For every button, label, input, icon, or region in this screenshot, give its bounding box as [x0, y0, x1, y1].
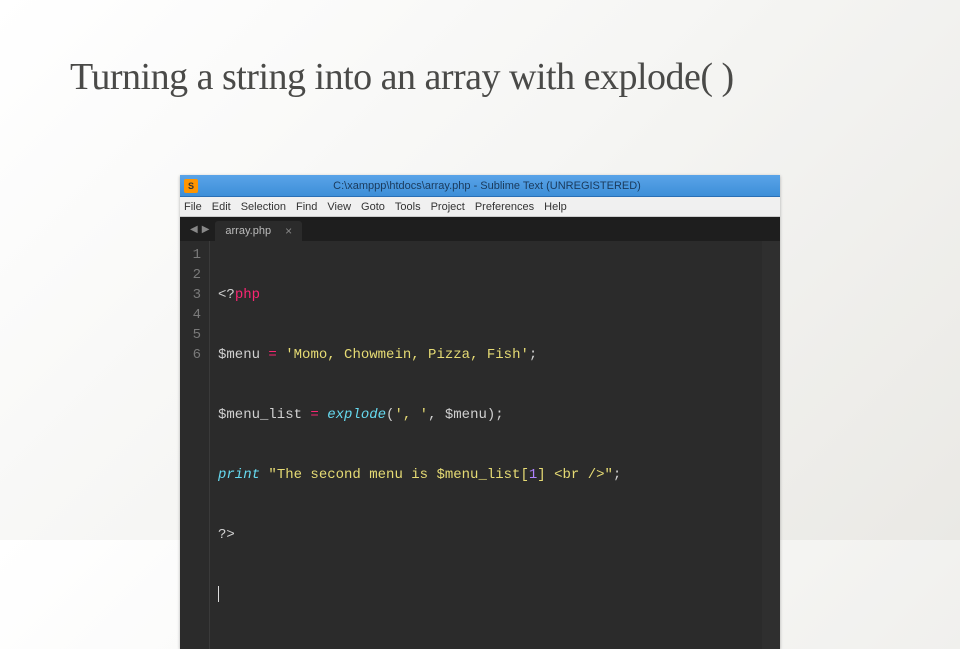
menu-edit[interactable]: Edit: [212, 201, 231, 213]
menubar: File Edit Selection Find View Goto Tools…: [180, 197, 780, 217]
cursor-icon: [218, 586, 219, 602]
menu-file[interactable]: File: [184, 201, 202, 213]
line-number: 4: [180, 305, 201, 325]
slide-title: Turning a string into an array with expl…: [70, 55, 734, 99]
line-number: 1: [180, 245, 201, 265]
line-number: 2: [180, 265, 201, 285]
code-content[interactable]: <?php $menu = 'Momo, Chowmein, Pizza, Fi…: [210, 241, 629, 649]
nav-arrows: ◀ ▶: [184, 217, 215, 241]
menu-selection[interactable]: Selection: [241, 201, 286, 213]
code-line: $menu = 'Momo, Chowmein, Pizza, Fish';: [218, 345, 621, 365]
minimap[interactable]: [762, 241, 780, 649]
line-number: 6: [180, 345, 201, 365]
code-area[interactable]: 1 2 3 4 5 6 <?php $menu = 'Momo, Chowmei…: [180, 241, 780, 649]
tabbar: ◀ ▶ array.php ×: [180, 217, 780, 241]
editor-window: S C:\xamppp\htdocs\array.php - Sublime T…: [180, 175, 780, 649]
menu-goto[interactable]: Goto: [361, 201, 385, 213]
code-line: print "The second menu is $menu_list[1] …: [218, 465, 621, 485]
menu-project[interactable]: Project: [431, 201, 465, 213]
code-line: <?php: [218, 285, 621, 305]
menu-help[interactable]: Help: [544, 201, 567, 213]
titlebar: S C:\xamppp\htdocs\array.php - Sublime T…: [180, 175, 780, 197]
menu-preferences[interactable]: Preferences: [475, 201, 534, 213]
nav-forward-icon[interactable]: ▶: [202, 224, 210, 235]
tab-label: array.php: [225, 225, 271, 237]
code-line: [218, 585, 621, 605]
menu-tools[interactable]: Tools: [395, 201, 421, 213]
nav-back-icon[interactable]: ◀: [190, 224, 198, 235]
close-icon[interactable]: ×: [285, 225, 292, 237]
tab-array-php[interactable]: array.php ×: [215, 221, 302, 241]
code-line: $menu_list = explode(', ', $menu);: [218, 405, 621, 425]
window-title: C:\xamppp\htdocs\array.php - Sublime Tex…: [198, 180, 776, 192]
menu-find[interactable]: Find: [296, 201, 317, 213]
sublime-icon: S: [184, 179, 198, 193]
menu-view[interactable]: View: [327, 201, 351, 213]
line-number: 5: [180, 325, 201, 345]
code-line: ?>: [218, 525, 621, 545]
line-number: 3: [180, 285, 201, 305]
gutter: 1 2 3 4 5 6: [180, 241, 210, 649]
